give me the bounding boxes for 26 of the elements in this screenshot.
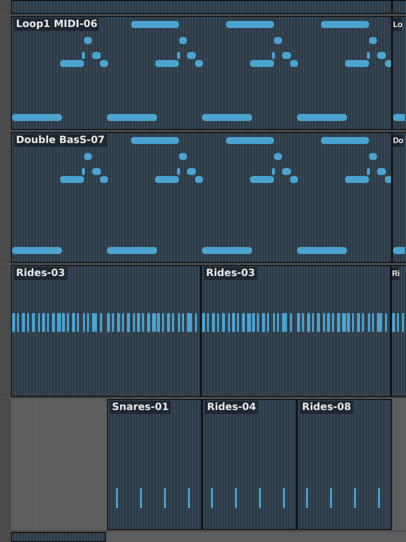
midi-clip[interactable] bbox=[11, 532, 106, 542]
midi-clip[interactable]: Double BasS-07 bbox=[11, 132, 392, 264]
midi-clip[interactable]: Loop1 MIDI-06 bbox=[11, 16, 392, 130]
midi-clip[interactable] bbox=[392, 0, 406, 14]
midi-notes-drawing bbox=[392, 313, 404, 332]
clip-label: Do bbox=[393, 134, 404, 148]
midi-clip[interactable]: Lo bbox=[392, 16, 406, 130]
clip-label: Snares-01 bbox=[110, 401, 171, 414]
midi-clip[interactable]: Ri bbox=[391, 265, 406, 398]
midi-clip[interactable]: Rides-03 bbox=[11, 265, 201, 398]
midi-clip[interactable] bbox=[11, 0, 392, 14]
clip-label: Loop1 MIDI-06 bbox=[14, 18, 100, 31]
midi-clip[interactable]: Rides-08 bbox=[297, 399, 392, 530]
clip-label: Rides-03 bbox=[204, 267, 258, 280]
clip-label: Rides-03 bbox=[14, 267, 68, 280]
clip-label: Rides-08 bbox=[300, 401, 354, 414]
midi-clip[interactable]: Do bbox=[392, 132, 406, 264]
clip-label: Rides-04 bbox=[205, 401, 258, 414]
midi-notes-drawing bbox=[393, 247, 405, 254]
midi-clip[interactable]: Rides-03 bbox=[201, 265, 391, 398]
clip-label: Double BasS-07 bbox=[14, 134, 107, 148]
clip-label: Lo bbox=[393, 18, 402, 31]
midi-clip[interactable]: Snares-01 bbox=[107, 399, 202, 530]
midi-clip[interactable]: Rides-04 bbox=[202, 399, 297, 530]
midi-notes-drawing bbox=[393, 114, 405, 121]
clip-label: Ri bbox=[392, 267, 400, 280]
